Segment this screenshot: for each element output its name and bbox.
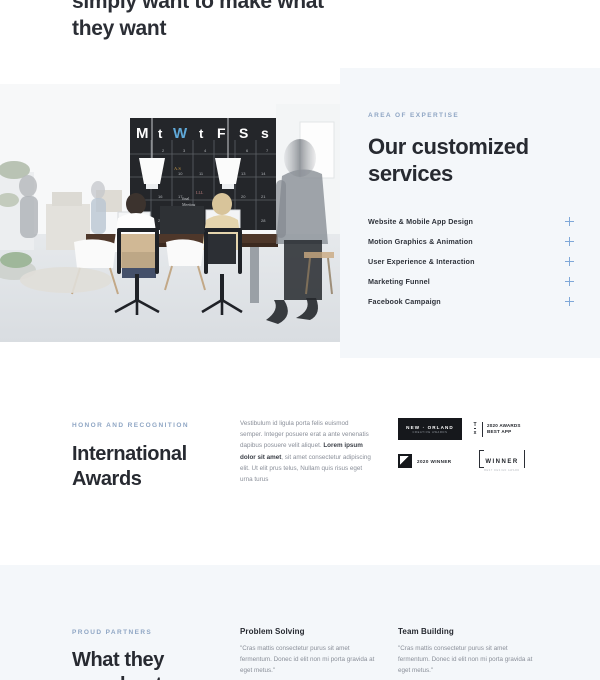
testimonials-heading: What they say about us [72,648,232,680]
awards-section: HONOR AND RECOGNITION International Awar… [0,400,600,530]
svg-text:t: t [158,126,163,141]
diagonal-square-icon [398,454,412,468]
plus-icon[interactable] [565,216,574,226]
svg-text:10: 10 [178,171,183,176]
testimonial-quote: "Cras mattis consectetur purus sit amet … [240,645,375,675]
svg-text:M: M [136,125,149,142]
award-badge-new-orland: NEW · ORLAND CREATIVE AWARDS [398,418,462,440]
svg-text:final: final [182,196,190,201]
svg-text:F: F [217,125,226,141]
plus-icon[interactable] [565,296,574,306]
award-badge-subtitle: BEST APP [487,429,512,434]
awards-heading: International Awards [72,442,232,492]
accordion-item-label: Website & Mobile App Design [368,216,474,226]
services-heading-line-2: services [368,161,453,186]
accordion-item-facebook-campaign[interactable]: Facebook Campaign [368,291,574,311]
services-heading-line-1: Our customized [368,134,529,159]
awards-heading-line-1: International [72,443,187,465]
hero-headline-text: simply want to make what they want [72,0,372,42]
svg-text:14: 14 [261,171,266,176]
awards-heading-line-2: Awards [72,468,142,490]
testimonials-eyebrow: PROUD PARTNERS [72,629,153,636]
award-badge-text: 2020 AWARDS BEST APP [487,423,521,435]
accordion-item-user-experience-interaction[interactable]: User Experience & Interaction [368,251,574,271]
awards-badge-list: NEW · ORLAND CREATIVE AWARDS T x 2020 AW… [398,418,540,472]
hero-headline-line-1: simply want to make what [72,0,324,13]
award-badge-2020-awards-best-app: T x 2020 AWARDS BEST APP [470,418,534,440]
accordion-item-label: Motion Graphics & Animation [368,236,473,246]
services-eyebrow: AREA OF EXPERTISE [368,112,460,119]
svg-text:28: 28 [261,218,266,223]
tx-monogram-bottom: x [473,428,477,436]
svg-text:S: S [239,125,248,141]
svg-text:s: s [261,125,269,141]
office-team-photo: M t W t F S s 234 67 91011 1314 1617 202… [0,84,348,342]
accordion-item-label: User Experience & Interaction [368,256,475,266]
svg-text:20: 20 [241,194,246,199]
awards-body-text: Vestibulum id ligula porta felis euismod… [240,418,372,485]
testimonial-quote: "Cras mattis consectetur purus sit amet … [398,645,533,675]
award-badge-winner: WINNER BEST DESIGN AWARD [470,450,534,472]
testimonial-title: Problem Solving [240,627,305,636]
accordion-item-motion-graphics-animation[interactable]: Motion Graphics & Animation [368,231,574,251]
services-section: M t W t F S s 234 67 91011 1314 1617 202… [0,68,600,358]
testimonials-section: PROUD PARTNERS What they say about us Pr… [0,565,600,680]
svg-text:LLL: LLL [196,190,204,195]
accordion-item-label: Facebook Campaign [368,296,441,306]
plus-icon[interactable] [565,256,574,266]
awards-eyebrow: HONOR AND RECOGNITION [72,422,189,429]
bracket-frame-icon: WINNER [479,450,525,468]
accordion-item-marketing-funnel[interactable]: Marketing Funnel [368,271,574,291]
svg-text:t: t [199,126,204,141]
plus-icon[interactable] [565,276,574,286]
svg-text:16: 16 [158,194,163,199]
tx-monogram-icon: T x [470,421,483,437]
testimonials-heading-line-2: say about us [72,674,190,680]
hero-headline: simply want to make what they want [72,0,372,42]
services-panel: AREA OF EXPERTISE Our customized service… [340,68,600,358]
plus-icon[interactable] [565,236,574,246]
svg-text:A.S: A.S [174,166,181,171]
award-badge-subtitle: CREATIVE AWARDS [412,430,448,434]
svg-text:21: 21 [261,194,266,199]
testimonials-heading-line-1: What they [72,649,164,671]
accordion-item-website-mobile-app-design[interactable]: Website & Mobile App Design [368,211,574,231]
services-heading: Our customized services [368,133,574,187]
services-accordion: Website & Mobile App Design Motion Graph… [368,211,574,311]
award-badge-2020-winner: 2020 WINNER [398,450,462,472]
testimonial-card-team-building: Team Building "Cras mattis consectetur p… [398,627,538,677]
accordion-item-label: Marketing Funnel [368,276,430,286]
testimonials-heading-block: PROUD PARTNERS What they say about us [72,629,232,680]
award-badge-title: 2020 WINNER [417,458,452,464]
awards-heading-block: HONOR AND RECOGNITION International Awar… [72,422,232,492]
svg-text:W: W [173,125,188,142]
testimonial-title: Team Building [398,627,454,636]
svg-text:13: 13 [241,171,246,176]
award-badge-title: WINNER [485,459,519,465]
hero-headline-line-2: they want [72,17,167,40]
award-badge-subtitle: BEST DESIGN AWARD [484,469,520,472]
award-badge-title: NEW · ORLAND [406,424,454,430]
testimonial-card-problem-solving: Problem Solving "Cras mattis consectetur… [240,627,380,677]
